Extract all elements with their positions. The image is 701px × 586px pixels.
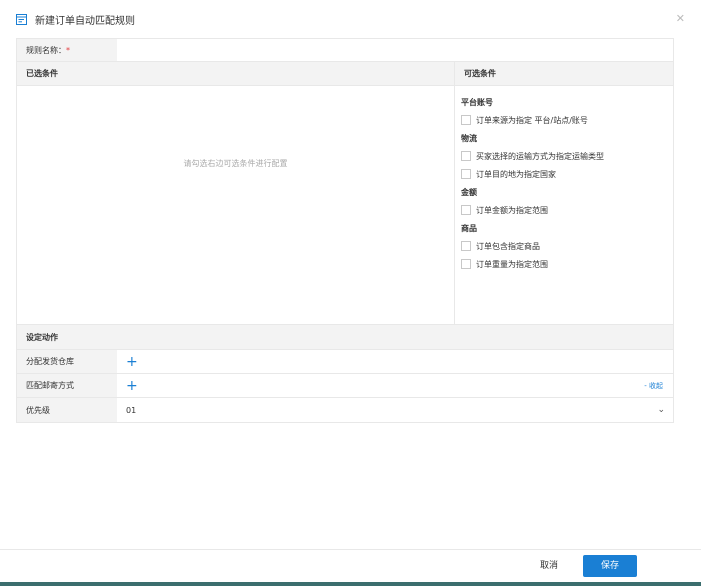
- option-label: 订单包含指定商品: [476, 241, 540, 251]
- checkbox[interactable]: [461, 205, 471, 215]
- bottom-strip: [0, 582, 701, 586]
- rule-name-label: 规则名称：: [26, 45, 66, 55]
- conditions-body: 请勾选右边可选条件进行配置 平台账号 订单来源为指定 平台/站点/账号 物流 买…: [17, 86, 673, 325]
- option-order-source[interactable]: 订单来源为指定 平台/站点/账号: [461, 111, 673, 129]
- checkbox[interactable]: [461, 115, 471, 125]
- selected-conditions-panel: 请勾选右边可选条件进行配置: [17, 86, 455, 324]
- option-label: 订单金额为指定范围: [476, 205, 548, 215]
- rule-name-label-cell: 规则名称： *: [17, 39, 117, 61]
- available-conditions-header: 可选条件: [464, 69, 496, 78]
- group-logistics: 物流: [461, 134, 477, 143]
- checkbox[interactable]: [461, 241, 471, 251]
- add-shipping-plus-icon[interactable]: +: [126, 379, 138, 393]
- rule-name-input[interactable]: [117, 39, 673, 61]
- close-icon[interactable]: ✕: [676, 12, 685, 25]
- dialog-header: 新建订单自动匹配规则: [16, 11, 135, 27]
- empty-hint: 请勾选右边可选条件进行配置: [183, 159, 288, 168]
- actions-title: 设定动作: [17, 325, 673, 350]
- available-conditions-panel: 平台账号 订单来源为指定 平台/站点/账号 物流 买家选择的运输方式为指定运输类…: [455, 86, 673, 324]
- priority-select[interactable]: 01 ⌄: [117, 398, 673, 422]
- rule-name-row: 规则名称： *: [17, 39, 673, 62]
- checkbox[interactable]: [461, 259, 471, 269]
- option-order-amount[interactable]: 订单金额为指定范围: [461, 201, 673, 219]
- required-mark: *: [66, 45, 70, 55]
- footer-divider: [0, 549, 701, 550]
- option-label: 订单来源为指定 平台/站点/账号: [476, 115, 588, 125]
- checkbox[interactable]: [461, 151, 471, 161]
- shipping-value-cell: + - 收起: [117, 374, 673, 397]
- warehouse-row: 分配发货仓库 +: [17, 350, 673, 374]
- group-platform-account: 平台账号: [461, 98, 493, 107]
- add-warehouse-plus-icon[interactable]: +: [126, 355, 138, 369]
- collapse-link[interactable]: - 收起: [644, 381, 663, 391]
- group-product: 商品: [461, 224, 477, 233]
- priority-label: 优先级: [17, 398, 117, 422]
- cancel-button[interactable]: 取消: [531, 556, 567, 576]
- dialog-title: 新建订单自动匹配规则: [35, 15, 135, 27]
- selected-conditions-header: 已选条件: [17, 62, 455, 85]
- priority-value: 01: [126, 405, 137, 415]
- checkbox[interactable]: [461, 169, 471, 179]
- shipping-label: 匹配邮寄方式: [17, 374, 117, 397]
- warehouse-label: 分配发货仓库: [17, 350, 117, 373]
- form-icon: [16, 13, 27, 25]
- option-shipping-method[interactable]: 买家选择的运输方式为指定运输类型: [461, 147, 673, 165]
- save-button[interactable]: 保存: [583, 555, 637, 577]
- option-label: 订单目的地为指定国家: [476, 169, 556, 179]
- priority-row: 优先级 01 ⌄: [17, 398, 673, 422]
- option-destination-country[interactable]: 订单目的地为指定国家: [461, 165, 673, 183]
- warehouse-value-cell: +: [117, 350, 673, 373]
- option-order-weight[interactable]: 订单重量为指定范围: [461, 255, 673, 273]
- shipping-row: 匹配邮寄方式 + - 收起: [17, 374, 673, 398]
- conditions-header: 已选条件 可选条件: [17, 62, 673, 86]
- option-label: 买家选择的运输方式为指定运输类型: [476, 151, 604, 161]
- option-contains-product[interactable]: 订单包含指定商品: [461, 237, 673, 255]
- group-amount: 金额: [461, 188, 477, 197]
- rule-form: 规则名称： * 已选条件 可选条件 请勾选右边可选条件进行配置 平台账号 订单来源…: [16, 38, 674, 423]
- option-label: 订单重量为指定范围: [476, 259, 548, 269]
- chevron-down-icon: ⌄: [657, 405, 665, 415]
